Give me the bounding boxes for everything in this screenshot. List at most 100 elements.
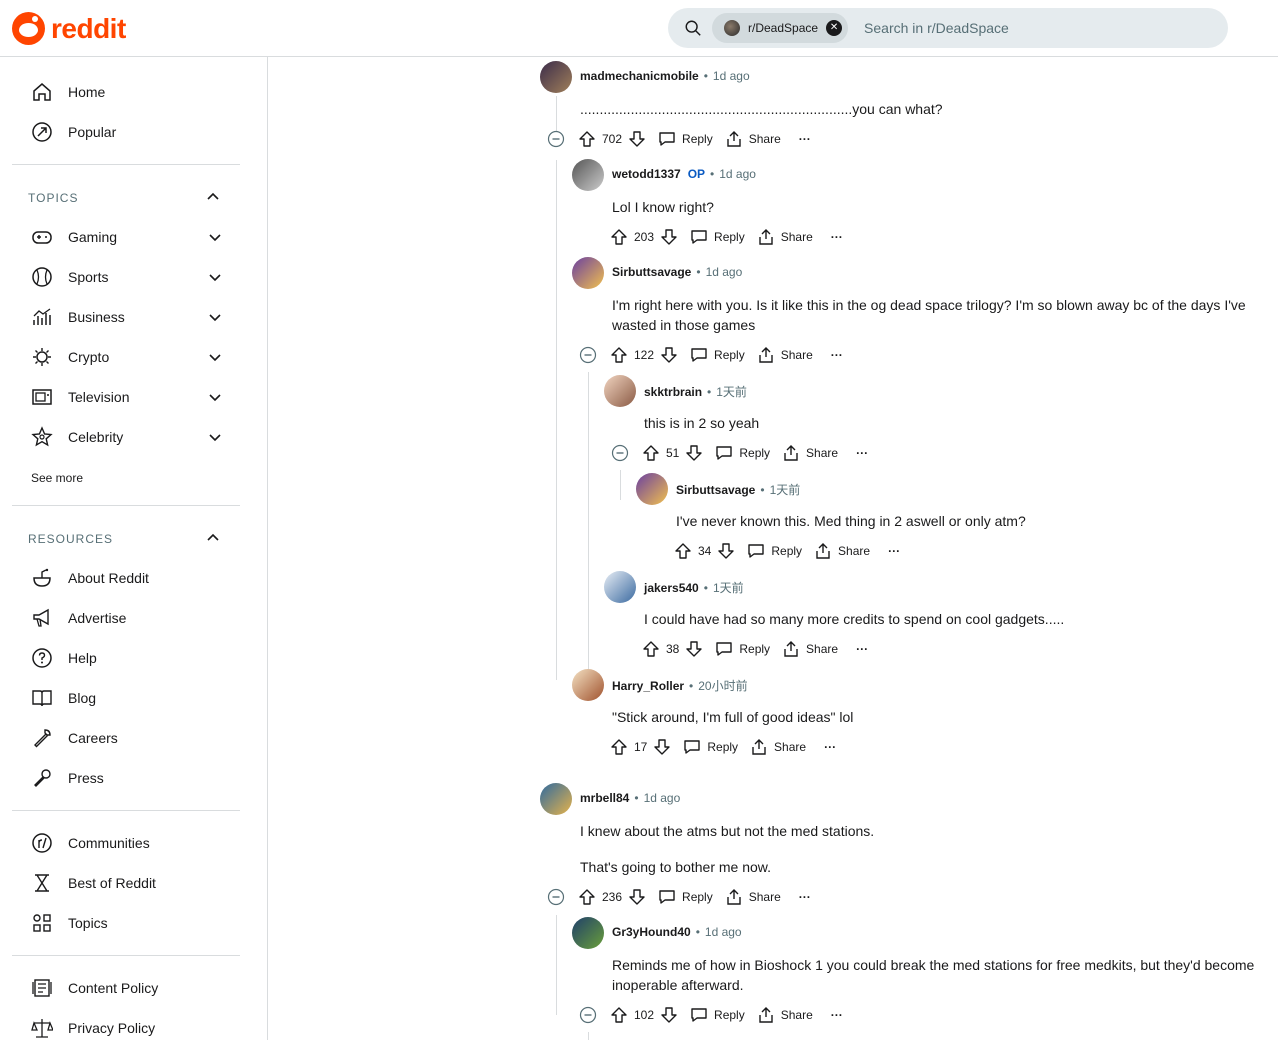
comment-author[interactable]: jakers540 bbox=[644, 581, 699, 595]
comment-timestamp[interactable]: 1d ago bbox=[644, 791, 681, 805]
upvote-icon[interactable] bbox=[642, 640, 660, 658]
downvote-icon[interactable] bbox=[660, 1006, 678, 1024]
upvote-icon[interactable] bbox=[642, 444, 660, 462]
downvote-icon[interactable] bbox=[653, 738, 671, 756]
comment-author[interactable]: madmechanicmobile bbox=[580, 69, 699, 83]
more-options-button[interactable]: ··· bbox=[831, 230, 843, 244]
avatar[interactable] bbox=[604, 571, 636, 603]
upvote-icon[interactable] bbox=[674, 542, 692, 560]
sidebar-item-celebrity[interactable]: Celebrity bbox=[30, 417, 240, 457]
sidebar-item-best-of-reddit[interactable]: Best of Reddit bbox=[30, 863, 240, 903]
more-options-button[interactable]: ··· bbox=[831, 348, 843, 362]
downvote-icon[interactable] bbox=[628, 130, 646, 148]
sidebar-item-content-policy[interactable]: Content Policy bbox=[30, 968, 240, 1008]
collapse-thread-button[interactable] bbox=[579, 346, 597, 364]
upvote-icon[interactable] bbox=[610, 738, 628, 756]
upvote-icon[interactable] bbox=[610, 228, 628, 246]
sidebar-item-press[interactable]: Press bbox=[30, 758, 240, 798]
avatar[interactable] bbox=[572, 669, 604, 701]
sidebar-item-advertise[interactable]: Advertise bbox=[30, 598, 240, 638]
reply-button[interactable]: Reply bbox=[690, 228, 745, 246]
comment-author[interactable]: mrbell84 bbox=[580, 791, 629, 805]
comment-timestamp[interactable]: 1d ago bbox=[706, 265, 743, 279]
comment-timestamp[interactable]: 1天前 bbox=[713, 579, 744, 596]
downvote-icon[interactable] bbox=[717, 542, 735, 560]
reddit-logo[interactable]: reddit bbox=[12, 12, 126, 45]
reply-button[interactable]: Reply bbox=[690, 346, 745, 364]
comment-author[interactable]: Gr3yHound40 bbox=[612, 925, 691, 939]
avatar[interactable] bbox=[572, 257, 604, 289]
sidebar-item-crypto[interactable]: Crypto bbox=[30, 337, 240, 377]
reply-button[interactable]: Reply bbox=[747, 542, 802, 560]
share-button[interactable]: Share bbox=[757, 346, 813, 364]
sidebar-item-help[interactable]: Help bbox=[30, 638, 240, 678]
chevron-up-icon[interactable] bbox=[206, 531, 220, 545]
sidebar-item-communities[interactable]: Communities bbox=[30, 823, 240, 863]
share-button[interactable]: Share bbox=[757, 228, 813, 246]
comment-author[interactable]: Harry_Roller bbox=[612, 679, 684, 693]
more-options-button[interactable]: ··· bbox=[831, 1008, 843, 1022]
share-button[interactable]: Share bbox=[782, 444, 838, 462]
downvote-icon[interactable] bbox=[685, 640, 703, 658]
more-options-button[interactable]: ··· bbox=[888, 544, 900, 558]
share-button[interactable]: Share bbox=[750, 738, 806, 756]
search-input[interactable] bbox=[864, 20, 1165, 36]
sidebar-item-home[interactable]: Home bbox=[30, 72, 240, 112]
share-button[interactable]: Share bbox=[814, 542, 870, 560]
comment-timestamp[interactable]: 20小时前 bbox=[698, 677, 747, 694]
avatar[interactable] bbox=[636, 473, 668, 505]
sidebar-item-gaming[interactable]: Gaming bbox=[30, 217, 240, 257]
more-options-button[interactable]: ··· bbox=[856, 642, 868, 656]
downvote-icon[interactable] bbox=[685, 444, 703, 462]
comment-timestamp[interactable]: 1天前 bbox=[716, 383, 747, 400]
comment-timestamp[interactable]: 1d ago bbox=[719, 167, 756, 181]
reply-button[interactable]: Reply bbox=[715, 444, 770, 462]
avatar[interactable] bbox=[572, 159, 604, 191]
upvote-icon[interactable] bbox=[610, 1006, 628, 1024]
see-more-link[interactable]: See more bbox=[31, 471, 83, 485]
sidebar-item-careers[interactable]: Careers bbox=[30, 718, 240, 758]
sidebar-item-privacy-policy[interactable]: Privacy Policy bbox=[30, 1008, 240, 1040]
comment-timestamp[interactable]: 1天前 bbox=[770, 481, 801, 498]
downvote-icon[interactable] bbox=[628, 888, 646, 906]
chevron-up-icon[interactable] bbox=[206, 190, 220, 204]
avatar[interactable] bbox=[540, 783, 572, 815]
share-button[interactable]: Share bbox=[725, 888, 781, 906]
subreddit-filter-chip[interactable]: r/DeadSpace ✕ bbox=[712, 13, 849, 43]
sidebar-item-popular[interactable]: Popular bbox=[30, 112, 240, 152]
collapse-thread-button[interactable] bbox=[611, 444, 629, 462]
comment-author[interactable]: skktrbrain bbox=[644, 385, 702, 399]
reply-button[interactable]: Reply bbox=[658, 888, 713, 906]
share-button[interactable]: Share bbox=[757, 1006, 813, 1024]
reply-button[interactable]: Reply bbox=[658, 130, 713, 148]
reply-button[interactable]: Reply bbox=[690, 1006, 745, 1024]
more-options-button[interactable]: ··· bbox=[856, 446, 868, 460]
collapse-thread-button[interactable] bbox=[579, 1006, 597, 1024]
reply-button[interactable]: Reply bbox=[715, 640, 770, 658]
sidebar-item-blog[interactable]: Blog bbox=[30, 678, 240, 718]
upvote-icon[interactable] bbox=[610, 346, 628, 364]
more-options-button[interactable]: ··· bbox=[799, 890, 811, 904]
avatar[interactable] bbox=[540, 61, 572, 93]
comment-author[interactable]: Sirbuttsavage bbox=[676, 483, 755, 497]
reply-button[interactable]: Reply bbox=[683, 738, 738, 756]
avatar[interactable] bbox=[604, 375, 636, 407]
comment-timestamp[interactable]: 1d ago bbox=[713, 69, 750, 83]
downvote-icon[interactable] bbox=[660, 346, 678, 364]
sidebar-item-topics[interactable]: Topics bbox=[30, 903, 240, 943]
more-options-button[interactable]: ··· bbox=[799, 132, 811, 146]
share-button[interactable]: Share bbox=[782, 640, 838, 658]
sidebar-item-about-reddit[interactable]: About Reddit bbox=[30, 558, 240, 598]
more-options-button[interactable]: ··· bbox=[824, 740, 836, 754]
collapse-thread-button[interactable] bbox=[547, 888, 565, 906]
collapse-thread-button[interactable] bbox=[547, 130, 565, 148]
sidebar-item-television[interactable]: Television bbox=[30, 377, 240, 417]
upvote-icon[interactable] bbox=[578, 888, 596, 906]
comment-timestamp[interactable]: 1d ago bbox=[705, 925, 742, 939]
sidebar-item-business[interactable]: Business bbox=[30, 297, 240, 337]
share-button[interactable]: Share bbox=[725, 130, 781, 148]
search-bar[interactable]: r/DeadSpace ✕ bbox=[668, 8, 1228, 48]
comment-author[interactable]: Sirbuttsavage bbox=[612, 265, 691, 279]
downvote-icon[interactable] bbox=[660, 228, 678, 246]
comment-author[interactable]: wetodd1337 bbox=[612, 167, 681, 181]
